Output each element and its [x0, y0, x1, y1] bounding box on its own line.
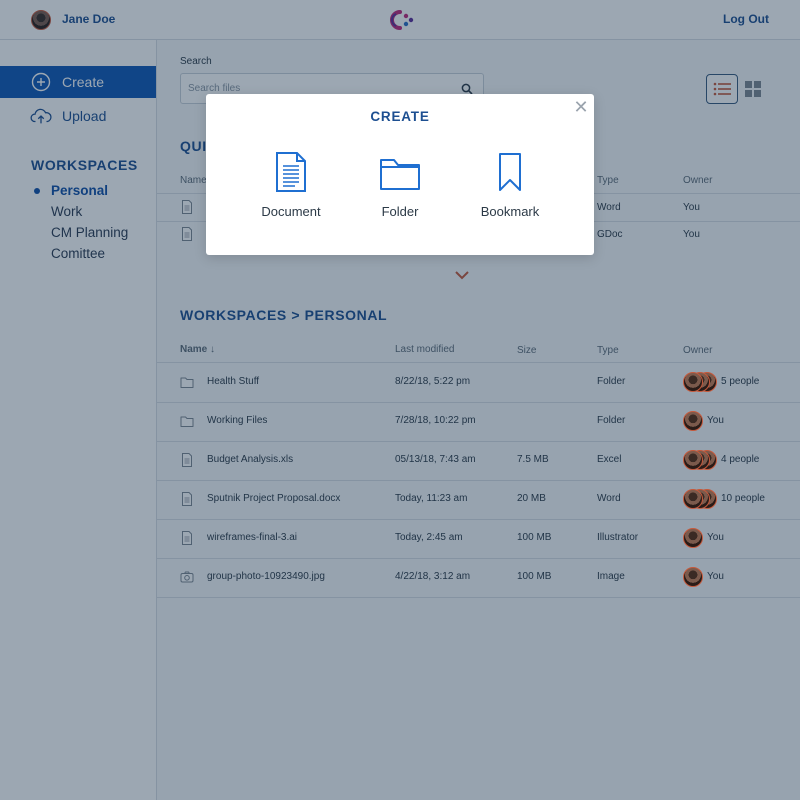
owner-avatars[interactable] [683, 528, 703, 548]
modal-title: CREATE [370, 109, 430, 124]
avatar [683, 489, 703, 509]
folder-icon [380, 159, 420, 190]
create-bookmark-option[interactable]: Bookmark [465, 152, 555, 219]
document-option-label: Document [261, 204, 321, 219]
owner-avatars[interactable] [683, 372, 717, 392]
create-folder-option[interactable]: Folder [355, 152, 445, 219]
close-icon[interactable]: ✕ [573, 98, 589, 116]
avatar [683, 372, 703, 392]
create-document-option[interactable]: Document [246, 152, 336, 219]
folder-option-label: Folder [381, 204, 419, 219]
bookmark-icon [499, 153, 521, 191]
bookmark-option-label: Bookmark [480, 204, 540, 219]
avatar [683, 528, 703, 548]
avatar [683, 411, 703, 431]
owner-avatars[interactable] [683, 489, 717, 509]
owner-avatars[interactable] [683, 411, 703, 431]
document-icon [276, 152, 306, 192]
avatar [683, 567, 703, 587]
create-modal: CREATE ✕ Document Folder Bookmark [206, 94, 594, 255]
owner-avatars[interactable] [683, 567, 703, 587]
owner-avatars[interactable] [683, 450, 717, 470]
avatar [683, 450, 703, 470]
